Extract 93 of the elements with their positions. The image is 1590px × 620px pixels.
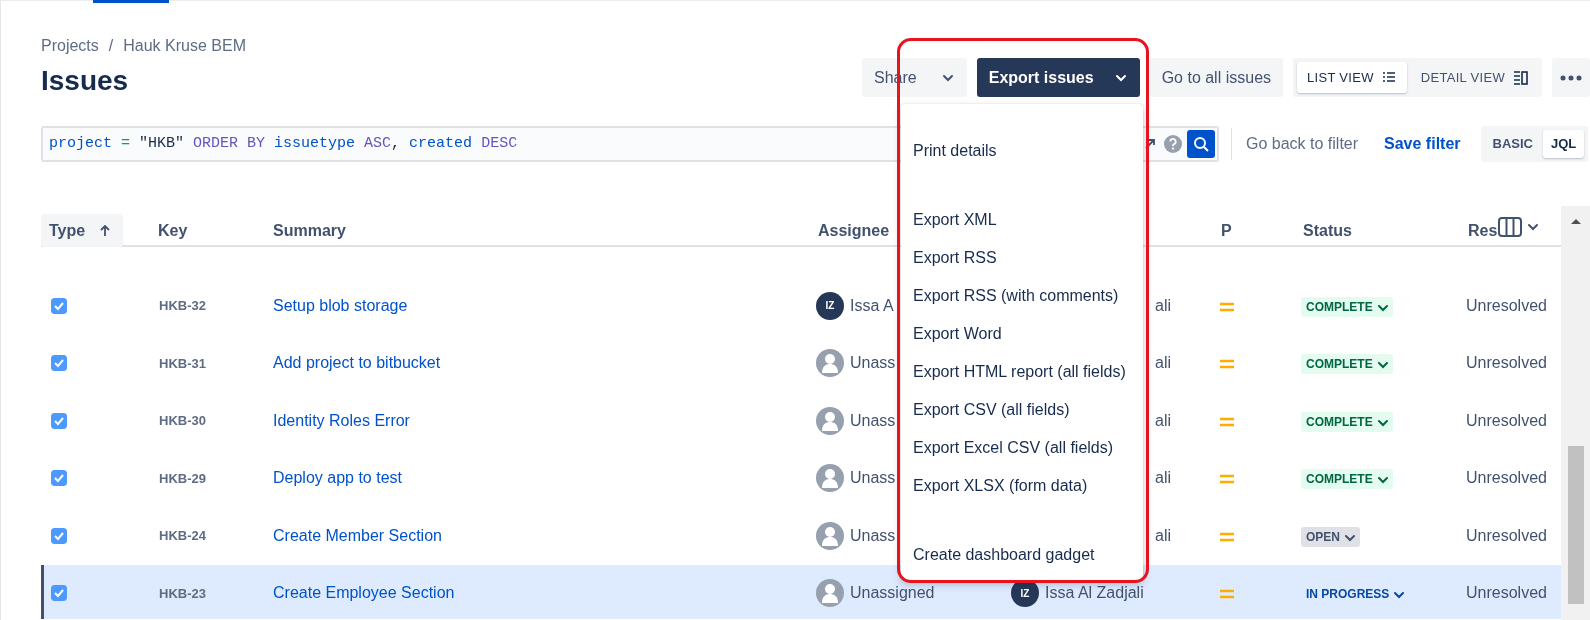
go-to-all-issues-button[interactable]: Go to all issues [1149,58,1284,97]
breadcrumb-separator: / [108,36,114,56]
sort-arrow-icon [99,223,112,238]
priority-medium-icon [1219,473,1235,485]
assignee-name: Unassigned [850,583,935,604]
column-picker-button[interactable] [1498,217,1540,237]
help-icon[interactable] [1163,134,1183,154]
status-lozenge[interactable]: COMPLETE [1301,411,1393,432]
priority-medium-icon [1219,300,1235,313]
avatar: IZ [816,291,844,320]
issue-key[interactable]: HKB-23 [156,583,271,603]
reporter-name: ali [1155,295,1171,316]
export-issues-button[interactable]: Export issues [976,58,1140,97]
avatar-icon [816,349,844,378]
column-header[interactable]: Key [156,214,271,247]
assignee-name: Unass [850,525,896,546]
row-checkbox[interactable] [51,527,67,544]
column-header[interactable]: Status [1301,214,1466,247]
row-checkbox[interactable] [51,355,67,372]
menu-item[interactable]: Export HTML report (all fields) [913,353,1132,391]
jql-mode-tab[interactable]: JQL [1543,130,1585,158]
detail-layout-icon [1513,70,1528,85]
assignee-name: Issa A [850,295,894,316]
detail-view-tab[interactable]: DETAIL VIEW [1410,62,1538,93]
avatar-icon [816,579,844,608]
more-icon [1560,73,1582,82]
search-icon [1193,136,1209,152]
issue-summary-link[interactable]: Add project to bitbucket [271,351,816,376]
row-checkbox[interactable] [51,585,67,602]
column-header[interactable]: Summary [271,214,816,247]
status-lozenge[interactable]: OPEN [1301,526,1360,547]
status-lozenge[interactable]: COMPLETE [1301,469,1393,490]
search-button[interactable] [1187,130,1215,158]
scrollbar[interactable] [1561,206,1590,620]
issue-summary-link[interactable]: Setup blob storage [271,293,816,318]
resolution-text: Unresolved [1466,353,1548,374]
reporter-name: ali [1155,468,1171,489]
assignee-name: Unass [850,353,896,374]
resolution-text: Unresolved [1466,525,1548,546]
go-back-to-filter-link[interactable]: Go back to filter [1246,132,1359,156]
menu-item[interactable]: Export Word [913,315,1008,353]
menu-item[interactable]: Export RSS [913,239,1003,277]
priority-medium-icon [1219,530,1235,543]
list-icon [1381,70,1397,85]
row-checkbox[interactable] [51,470,67,487]
resolution-text: Unresolved [1466,583,1548,604]
menu-item[interactable]: Export XML [913,201,1003,239]
more-button[interactable] [1552,58,1590,97]
menu-item[interactable]: Create dashboard gadget [913,536,1101,574]
breadcrumb-link[interactable]: Hauk Kruse BEM [123,34,246,58]
menu-item[interactable]: Export CSV (all fields) [913,391,1076,429]
issue-key[interactable]: HKB-24 [156,526,271,546]
assignee-name: Unass [850,468,896,489]
assignee-name: Unass [850,410,896,431]
columns-icon [1498,217,1522,237]
save-filter-link[interactable]: Save filter [1384,132,1461,156]
resolution-text: Unresolved [1466,295,1548,316]
status-lozenge[interactable]: COMPLETE [1301,354,1393,375]
row-checkbox[interactable] [51,297,67,314]
issue-summary-link[interactable]: Deploy app to test [271,466,816,491]
status-lozenge[interactable]: IN PROGRESS [1301,584,1410,605]
menu-item[interactable]: Export Excel CSV (all fields) [913,429,1120,467]
column-header[interactable]: Res [1466,214,1561,247]
reporter-name: ali [1155,353,1171,374]
issue-key[interactable]: HKB-31 [156,353,271,373]
column-header[interactable]: Type [41,214,123,247]
list-view-tab[interactable]: LIST VIEW [1297,62,1407,93]
issue-summary-link[interactable]: Create Employee Section [271,581,816,606]
avatar-icon [816,521,844,550]
avatar-icon [816,464,844,493]
row-checkbox[interactable] [51,412,67,429]
menu-item[interactable]: Export RSS (with comments) [913,277,1125,315]
reporter-name: ali [1155,525,1171,546]
page-title: Issues [41,64,130,98]
status-lozenge[interactable]: COMPLETE [1301,296,1393,317]
priority-medium-icon [1219,415,1235,428]
avatar-icon [816,406,844,435]
resolution-text: Unresolved [1466,468,1548,489]
basic-mode-tab[interactable]: BASIC [1484,130,1541,158]
issue-key[interactable]: HKB-32 [156,296,271,316]
menu-item[interactable]: Export XLSX (form data) [913,467,1094,505]
reporter-name: Issa Al Zadjali [1045,583,1144,604]
priority-medium-icon [1219,358,1235,370]
issue-key[interactable]: HKB-30 [156,411,271,431]
issue-summary-link[interactable]: Create Member Section [271,523,816,548]
reporter-name: ali [1155,410,1171,431]
scrollbar-thumb[interactable] [1567,446,1584,604]
issue-summary-link[interactable]: Identity Roles Error [271,408,816,433]
issue-key[interactable]: HKB-29 [156,468,271,488]
resolution-text: Unresolved [1466,410,1548,431]
column-header[interactable]: P [1219,214,1301,247]
breadcrumb-link[interactable]: Projects [41,34,99,58]
priority-medium-icon [1219,588,1235,600]
